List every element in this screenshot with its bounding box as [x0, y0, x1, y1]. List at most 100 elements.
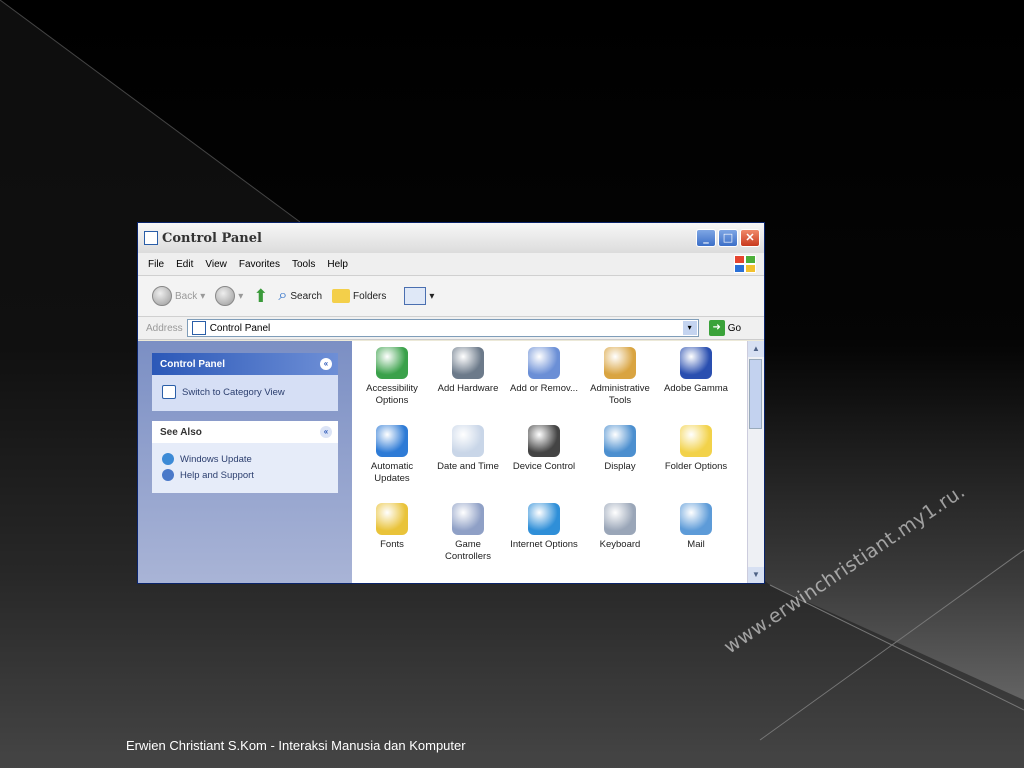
control-panel-item[interactable]: Add or Remov... [506, 347, 582, 417]
collapse-icon[interactable]: « [320, 426, 332, 438]
control-panel-item-label: Keyboard [599, 539, 641, 550]
add-remove-programs-icon [528, 347, 560, 379]
control-panel-item[interactable]: Date and Time [430, 425, 506, 495]
address-dropdown-button[interactable]: ▾ [682, 321, 697, 335]
control-panel-item-label: Date and Time [437, 461, 499, 472]
toolbar: Back ▾ ▾ ⬆ ⌕ Search Folders ▾ [138, 276, 764, 317]
add-hardware-icon [452, 347, 484, 379]
control-panel-item-label: Add or Remov... [510, 383, 578, 394]
control-panel-item[interactable]: Display [582, 425, 658, 495]
see-also-section-header[interactable]: See Also « [152, 421, 338, 443]
control-panel-item-label: Mail [687, 539, 705, 550]
control-panel-icon [144, 231, 158, 245]
see-also-section: See Also « Windows Update Help and Suppo… [152, 421, 338, 493]
mail-icon [680, 503, 712, 535]
control-panel-item-label: Administrative Tools [590, 383, 650, 406]
control-panel-icon [191, 321, 206, 335]
search-icon: ⌕ [278, 287, 288, 304]
control-panel-item[interactable]: Device Control [506, 425, 582, 495]
control-panel-item[interactable]: Accessibility Options [354, 347, 430, 417]
chevron-down-icon: ▾ [429, 290, 435, 302]
fonts-icon [376, 503, 408, 535]
control-panel-item[interactable]: Keyboard [582, 503, 658, 573]
administrative-tools-icon [604, 347, 636, 379]
folder-icon [332, 289, 351, 303]
scroll-thumb[interactable] [749, 359, 762, 429]
control-panel-item[interactable]: Administrative Tools [582, 347, 658, 417]
slide-footer: Erwien Christiant S.Kom - Interaksi Manu… [126, 738, 466, 753]
close-button[interactable]: ✕ [740, 229, 760, 247]
go-arrow-icon: ➜ [708, 320, 725, 336]
forward-button[interactable]: ▾ [215, 286, 243, 306]
back-arrow-icon [152, 286, 172, 306]
windows-update-link[interactable]: Windows Update [162, 453, 328, 465]
device-control-icon [528, 425, 560, 457]
title-bar[interactable]: Control Panel _ □ ✕ [138, 223, 764, 253]
control-panel-item-label: Game Controllers [445, 539, 491, 562]
scroll-up-button[interactable]: ▲ [748, 341, 764, 357]
menu-file[interactable]: File [148, 259, 164, 270]
help-icon [162, 469, 174, 481]
window-title: Control Panel [162, 230, 262, 246]
folder-options-icon [680, 425, 712, 457]
keyboard-icon [604, 503, 636, 535]
vertical-scrollbar[interactable]: ▲ ▼ [747, 341, 764, 583]
search-button[interactable]: ⌕ Search [278, 287, 322, 305]
menu-tools[interactable]: Tools [292, 259, 315, 270]
address-bar: Address Control Panel ▾ ➜ Go [138, 317, 764, 340]
control-panel-section-header[interactable]: Control Panel « [152, 353, 338, 375]
forward-arrow-icon [215, 286, 236, 306]
category-view-icon [162, 385, 176, 399]
control-panel-item-label: Display [604, 461, 636, 472]
menu-help[interactable]: Help [327, 259, 348, 270]
date-time-icon [452, 425, 484, 457]
views-icon [404, 287, 427, 305]
windows-update-icon [162, 453, 174, 465]
control-panel-item[interactable]: Add Hardware [430, 347, 506, 417]
address-input[interactable]: Control Panel ▾ [186, 319, 699, 337]
internet-options-icon [528, 503, 560, 535]
control-panel-item[interactable]: Folder Options [658, 425, 734, 495]
collapse-icon[interactable]: « [320, 358, 332, 370]
game-controllers-icon [452, 503, 484, 535]
display-icon [604, 425, 636, 457]
minimize-button[interactable]: _ [696, 229, 716, 247]
menu-bar: File Edit View Favorites Tools Help [138, 253, 764, 276]
control-panel-window[interactable]: Control Panel _ □ ✕ File Edit View Favor… [137, 222, 765, 584]
control-panel-item[interactable]: Game Controllers [430, 503, 506, 573]
switch-to-category-view-link[interactable]: Switch to Category View [162, 385, 328, 399]
scroll-down-button[interactable]: ▼ [748, 567, 764, 583]
control-panel-item[interactable]: Mail [658, 503, 734, 573]
menu-favorites[interactable]: Favorites [239, 259, 280, 270]
back-button[interactable]: Back ▾ [152, 286, 205, 306]
control-panel-item-label: Folder Options [664, 461, 728, 472]
chevron-down-icon: ▾ [200, 290, 206, 302]
control-panel-item-label: Internet Options [510, 539, 578, 550]
icon-view: Accessibility Options Add Hardware Add or … [352, 341, 764, 583]
control-panel-item[interactable]: Automatic Updates [354, 425, 430, 495]
up-arrow-icon: ⬆ [253, 285, 269, 306]
control-panel-item[interactable]: Fonts [354, 503, 430, 573]
menu-view[interactable]: View [205, 259, 227, 270]
control-panel-item-label: Add Hardware [437, 383, 499, 394]
windows-logo-icon [734, 255, 756, 273]
control-panel-section: Control Panel « Switch to Category View [152, 353, 338, 411]
adobe-gamma-icon [680, 347, 712, 379]
control-panel-item[interactable]: Adobe Gamma [658, 347, 734, 417]
views-button[interactable]: ▾ [404, 287, 434, 305]
menu-edit[interactable]: Edit [176, 259, 193, 270]
control-panel-item-label: Accessibility Options [366, 383, 418, 406]
automatic-updates-icon [376, 425, 408, 457]
control-panel-item-label: Automatic Updates [370, 461, 414, 484]
chevron-down-icon: ▾ [238, 290, 244, 302]
folders-button[interactable]: Folders [332, 289, 386, 303]
control-panel-item[interactable]: Internet Options [506, 503, 582, 573]
control-panel-item-label: Device Control [512, 461, 576, 472]
go-button[interactable]: ➜ Go [708, 320, 741, 336]
control-panel-item-label: Adobe Gamma [664, 383, 728, 394]
task-pane: Control Panel « Switch to Category View … [138, 341, 352, 583]
maximize-button[interactable]: □ [718, 229, 738, 247]
accessibility-icon [376, 347, 408, 379]
help-and-support-link[interactable]: Help and Support [162, 469, 328, 481]
up-folder-button[interactable]: ⬆ [253, 286, 268, 307]
